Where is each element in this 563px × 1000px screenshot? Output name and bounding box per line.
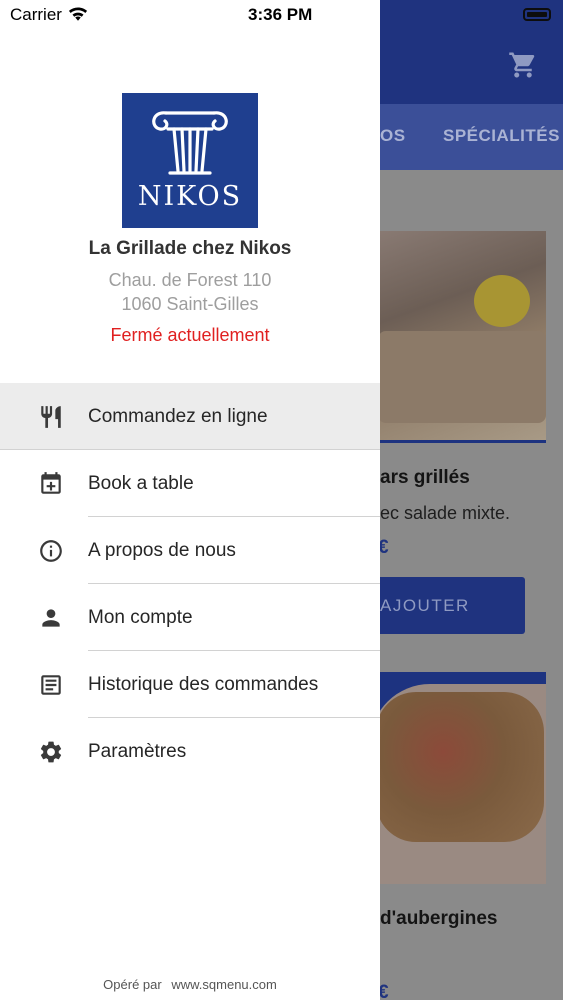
wifi-icon [68,7,88,21]
footer-link[interactable]: www.sqmenu.com [171,977,276,992]
tab-category[interactable]: OS [380,126,406,146]
carrier-label: Carrier [10,5,62,24]
dish-description: ec salade mixte. [380,503,511,523]
menu-item-label: A propos de nous [88,540,236,561]
menu-item-order-history[interactable]: Historique des commandes [0,651,380,718]
menu-item-settings[interactable]: Paramètres [0,718,380,785]
menu-item-label: Paramètres [88,741,187,762]
tab-specialites[interactable]: SPÉCIALITÉS [443,126,560,146]
info-icon [40,540,62,562]
drawer-menu: Commandez en ligne Book a table A propos… [0,383,380,785]
status-bar: Carrier 3:36 PM [0,0,380,30]
dish-title: d'aubergines [380,908,498,929]
dish-title: ars grillés [380,467,470,488]
menu-item-label: Historique des commandes [88,674,319,695]
navigation-drawer: Carrier 3:36 PM NIKOS La Grillade chez N… [0,0,380,1000]
logo-text: NIKOS [137,181,243,212]
add-button-label: AJOUTER [380,596,470,615]
menu-item-book-table[interactable]: Book a table [0,450,380,517]
opening-status: Fermé actuellement [110,325,270,345]
menu-item-label: Mon compte [88,607,193,628]
cart-icon[interactable] [508,50,538,80]
address-line-1: Chau. de Forest 110 [108,270,272,290]
menu-item-label: Book a table [88,473,194,494]
address-line-2: 1060 Saint-Gilles [121,294,259,314]
fork-knife-icon [41,406,61,428]
list-document-icon [41,675,61,695]
battery-icon [523,8,551,21]
dish-image [370,231,546,443]
menu-item-my-account[interactable]: Mon compte [0,584,380,651]
calendar-plus-icon [41,472,61,494]
person-icon [42,609,60,627]
restaurant-logo: NIKOS [122,93,258,228]
gear-icon [40,741,62,763]
clock: 3:36 PM [248,5,313,24]
menu-item-order-online[interactable]: Commandez en ligne [0,383,380,450]
footer: Opéré par www.sqmenu.com [0,977,380,992]
menu-item-label: Commandez en ligne [88,406,268,427]
menu-item-about-us[interactable]: A propos de nous [0,517,380,584]
dish-image [370,672,546,884]
footer-prefix: Opéré par [103,977,162,992]
restaurant-name: La Grillade chez Nikos [88,238,292,259]
